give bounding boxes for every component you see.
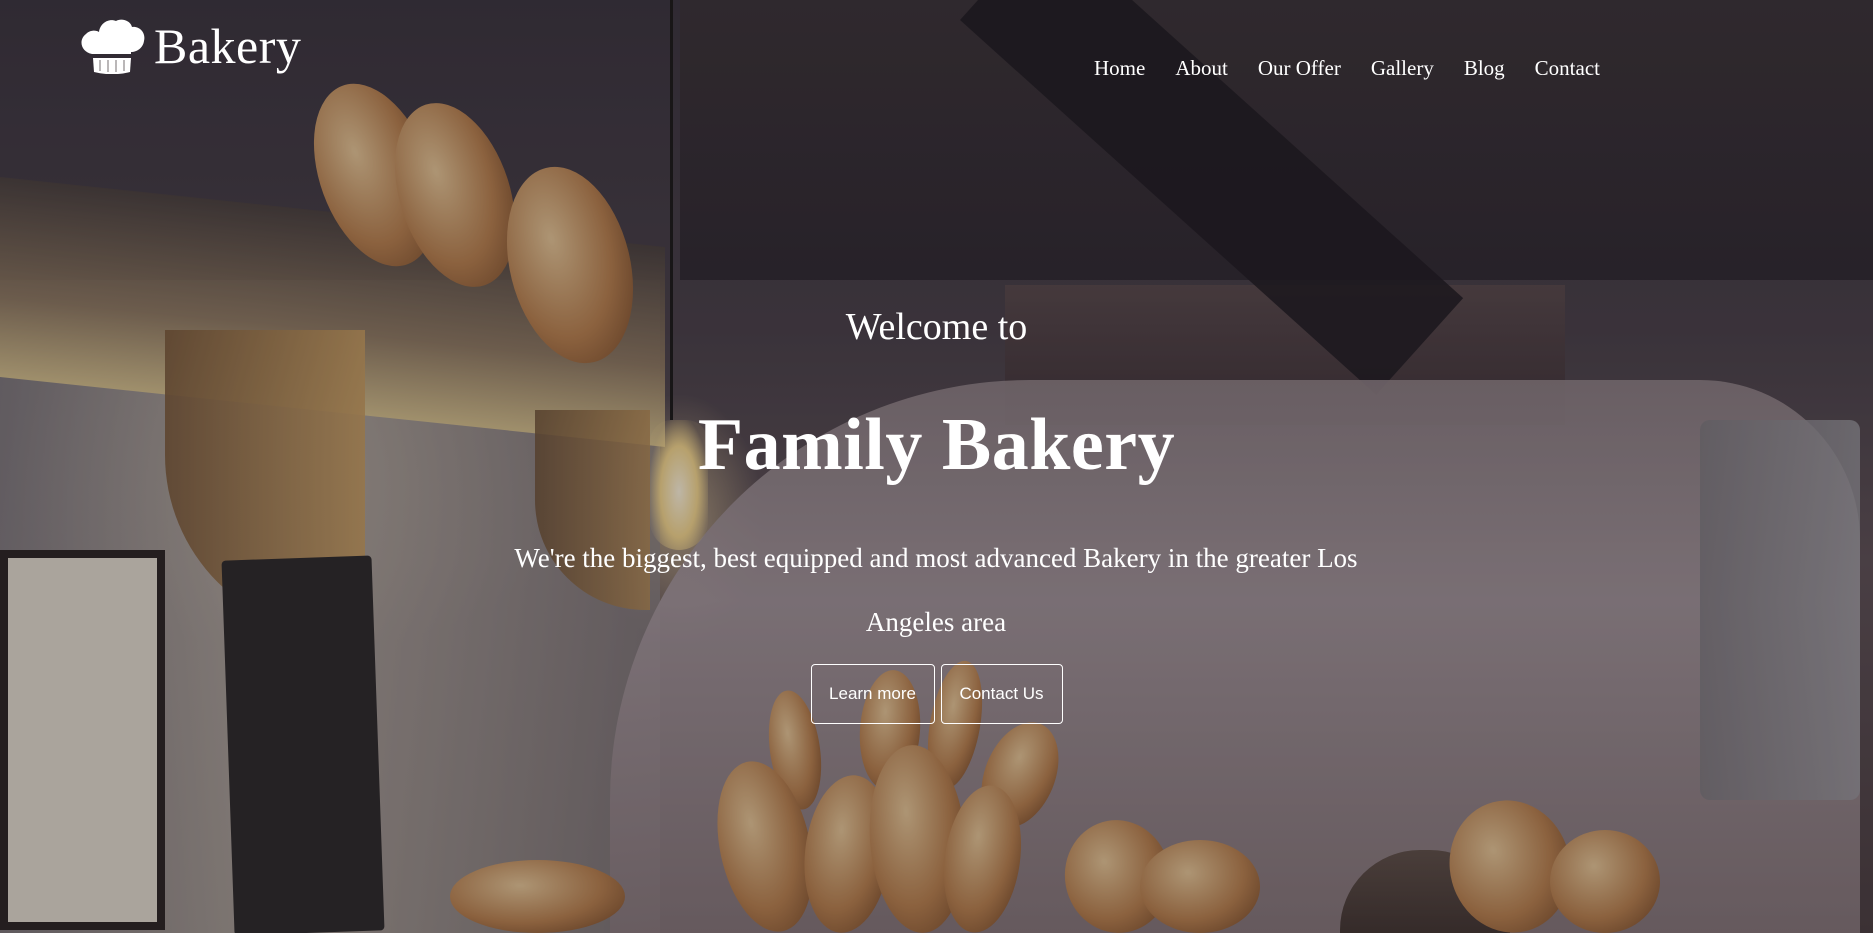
hero-subtitle: We're the biggest, best equipped and mos… [514, 543, 1358, 637]
hero-buttons: Learn more Contact Us [0, 664, 1873, 724]
hero-section: Bakery Home About Our Offer Gallery Blog… [0, 0, 1873, 933]
hero-welcome-text: Welcome to [845, 306, 1028, 348]
hero-title: Family Bakery [697, 404, 1176, 486]
hero-content: Welcome to Family Bakery We're the bigge… [0, 0, 1873, 933]
contact-us-button[interactable]: Contact Us [940, 664, 1063, 724]
learn-more-button[interactable]: Learn more [810, 664, 935, 724]
